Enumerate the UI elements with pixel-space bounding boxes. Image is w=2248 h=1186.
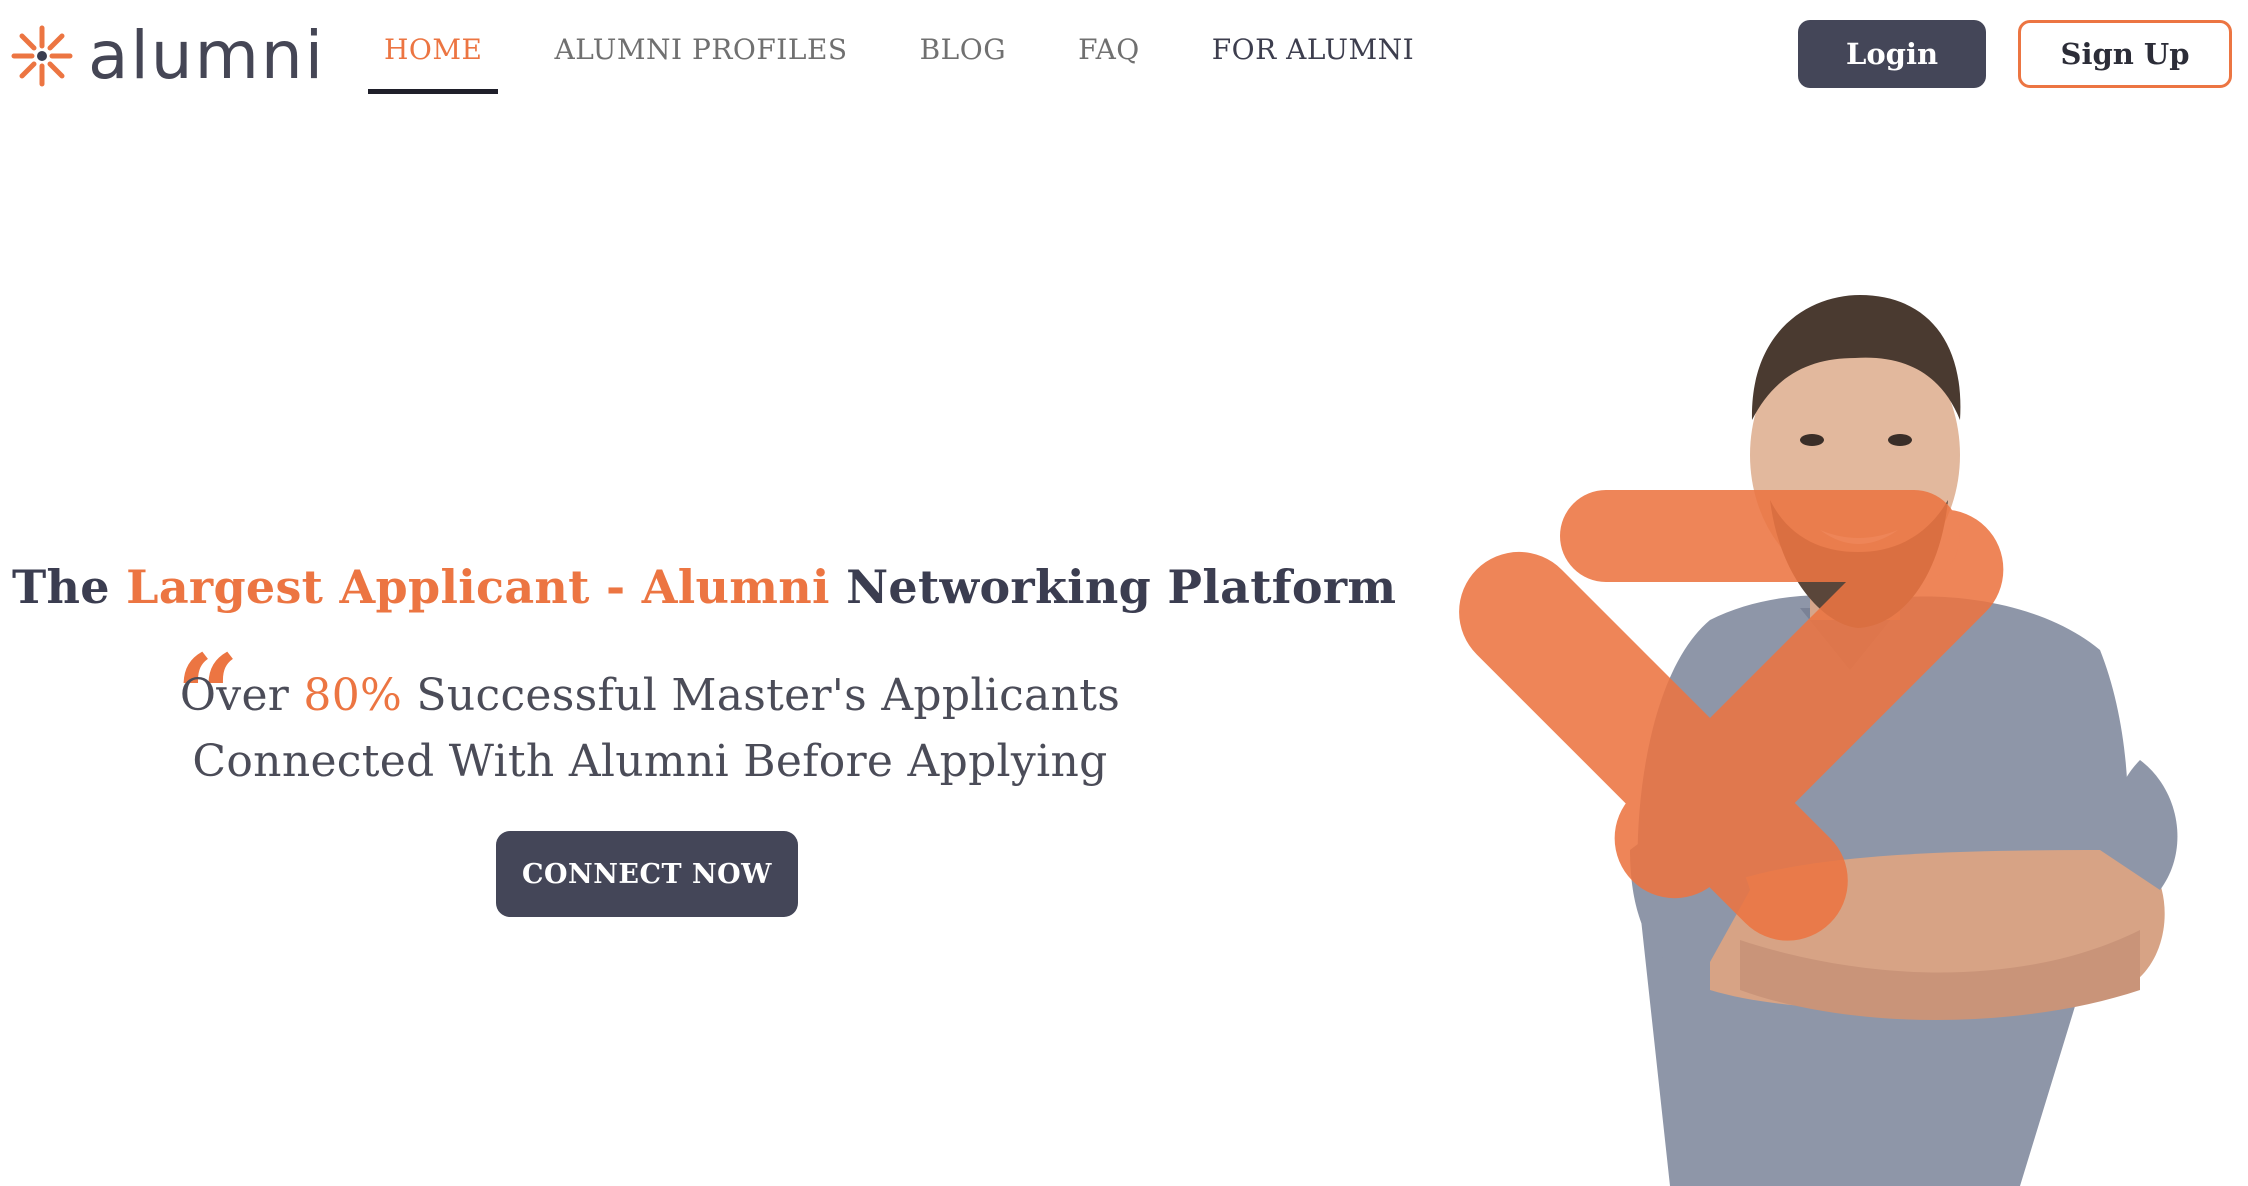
logo-starburst-icon [11, 25, 73, 87]
login-button[interactable]: Login [1798, 20, 1986, 88]
headline-part1: The [12, 560, 110, 614]
headline-highlight: Largest Applicant - Alumni [126, 560, 830, 614]
subline-before: Over [179, 670, 290, 721]
nav-for-alumni[interactable]: FOR ALUMNI [1212, 0, 1414, 100]
site-header: alumni HOME ALUMNI PROFILES BLOG FAQ FOR… [0, 0, 2248, 110]
logo-text: alumni [88, 17, 326, 94]
nav-alumni-profiles[interactable]: ALUMNI PROFILES [554, 0, 847, 100]
hero-person-illustration [1459, 295, 2178, 1186]
nav-home[interactable]: HOME [368, 0, 499, 100]
headline-part2: Networking Platform [846, 560, 1397, 614]
hero-subline-2: Connected With Alumni Before Applying [192, 736, 1108, 787]
logo[interactable]: alumni [10, 20, 325, 92]
main-nav: HOME ALUMNI PROFILES BLOG FAQ FOR ALUMNI [368, 0, 1486, 100]
connect-now-button[interactable]: CONNECT NOW [496, 831, 798, 917]
signup-button[interactable]: Sign Up [2018, 20, 2232, 88]
subline-after: Successful Master's Applicants [416, 670, 1121, 721]
nav-faq[interactable]: FAQ [1078, 0, 1140, 100]
subline-highlight: 80% [303, 670, 403, 721]
nav-blog[interactable]: BLOG [920, 0, 1007, 100]
hero-headline: The Largest Applicant - Alumni Networkin… [12, 560, 1396, 614]
hero-subline-1: Over 80% Successful Master's Applicants [120, 670, 1180, 721]
